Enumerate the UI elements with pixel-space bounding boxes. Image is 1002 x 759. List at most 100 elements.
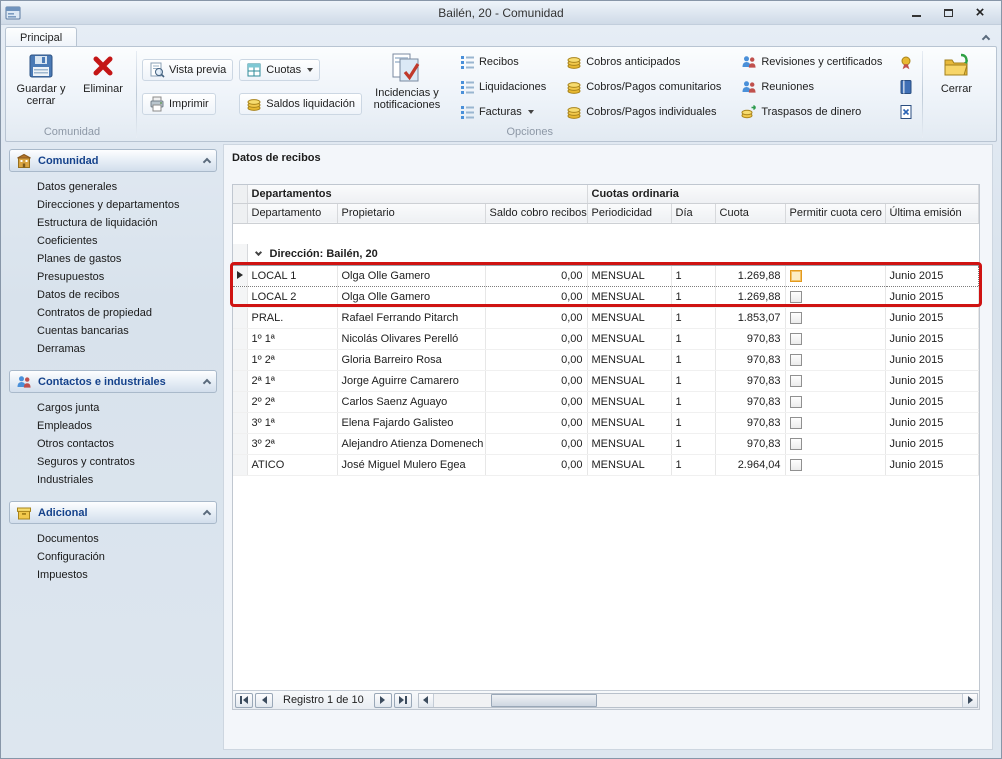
mini-export-button-1[interactable]	[895, 53, 917, 73]
cell-periodicidad[interactable]: MENSUAL	[587, 286, 671, 307]
cell-periodicidad[interactable]: MENSUAL	[587, 391, 671, 412]
cell-permitir-cuota-cero[interactable]	[785, 265, 885, 286]
cell-departamento[interactable]: 1º 1ª	[247, 328, 337, 349]
cell-departamento[interactable]: 1º 2ª	[247, 349, 337, 370]
imprimir-button[interactable]: Imprimir	[142, 93, 216, 115]
cell-periodicidad[interactable]: MENSUAL	[587, 307, 671, 328]
cell-permitir-cuota-cero[interactable]	[785, 349, 885, 370]
cell-cuota[interactable]: 970,83	[715, 391, 785, 412]
cell-cuota[interactable]: 970,83	[715, 349, 785, 370]
cerrar-button[interactable]: Cerrar	[925, 48, 987, 122]
sidebar-item[interactable]: Datos generales	[9, 178, 217, 196]
permitir-cuota-cero-checkbox[interactable]	[790, 417, 802, 429]
cell-ultima-emision[interactable]: Junio 2015	[885, 412, 978, 433]
cobros-pagos-individuales-button[interactable]: Cobros/Pagos individuales	[559, 101, 723, 123]
horizontal-scrollbar[interactable]	[418, 693, 978, 708]
cell-permitir-cuota-cero[interactable]	[785, 307, 885, 328]
cell-dia[interactable]: 1	[671, 286, 715, 307]
cell-ultima-emision[interactable]: Junio 2015	[885, 454, 978, 475]
sidebar-item[interactable]: Datos de recibos	[9, 286, 217, 304]
minimize-button[interactable]	[905, 5, 927, 21]
cell-cuota[interactable]: 1.269,88	[715, 286, 785, 307]
cell-permitir-cuota-cero[interactable]	[785, 370, 885, 391]
cell-ultima-emision[interactable]: Junio 2015	[885, 391, 978, 412]
table-row[interactable]: 2º 2ªCarlos Saenz Aguayo0,00MENSUAL1970,…	[233, 391, 979, 412]
cell-departamento[interactable]: 2º 2ª	[247, 391, 337, 412]
previous-record-button[interactable]	[255, 693, 273, 708]
sidebar-header-contactos[interactable]: Contactos e industriales	[9, 370, 217, 393]
table-row[interactable]: PRAL.Rafael Ferrando Pitarch0,00MENSUAL1…	[233, 307, 979, 328]
cobros-pagos-comunitarios-button[interactable]: Cobros/Pagos comunitarios	[559, 76, 728, 98]
table-row[interactable]: 3º 2ªAlejandro Atienza Domenech0,00MENSU…	[233, 433, 979, 454]
permitir-cuota-cero-checkbox[interactable]	[790, 270, 802, 282]
cell-saldo[interactable]: 0,00	[485, 454, 587, 475]
permitir-cuota-cero-checkbox[interactable]	[790, 354, 802, 366]
vista-previa-button[interactable]: Vista previa	[142, 59, 233, 81]
table-row[interactable]: 1º 1ªNicolás Olivares Perelló0,00MENSUAL…	[233, 328, 979, 349]
cell-permitir-cuota-cero[interactable]	[785, 391, 885, 412]
mini-export-button-3[interactable]	[895, 102, 917, 122]
maximize-button[interactable]	[937, 5, 959, 21]
cell-ultima-emision[interactable]: Junio 2015	[885, 328, 978, 349]
cell-ultima-emision[interactable]: Junio 2015	[885, 433, 978, 454]
sidebar-item[interactable]: Seguros y contratos	[9, 453, 217, 471]
saldos-liquidacion-button[interactable]: Saldos liquidación	[239, 93, 362, 115]
cell-propietario[interactable]: Rafael Ferrando Pitarch	[337, 307, 485, 328]
permitir-cuota-cero-checkbox[interactable]	[790, 333, 802, 345]
column-header-dia[interactable]: Día	[671, 203, 715, 223]
sidebar-item[interactable]: Contratos de propiedad	[9, 304, 217, 322]
cell-ultima-emision[interactable]: Junio 2015	[885, 307, 978, 328]
cell-propietario[interactable]: Carlos Saenz Aguayo	[337, 391, 485, 412]
table-row[interactable]: LOCAL 2Olga Olle Gamero0,00MENSUAL11.269…	[233, 286, 979, 307]
cell-dia[interactable]: 1	[671, 328, 715, 349]
cell-periodicidad[interactable]: MENSUAL	[587, 370, 671, 391]
cell-departamento[interactable]: 3º 1ª	[247, 412, 337, 433]
cell-departamento[interactable]: LOCAL 2	[247, 286, 337, 307]
cell-dia[interactable]: 1	[671, 307, 715, 328]
cell-cuota[interactable]: 970,83	[715, 370, 785, 391]
permitir-cuota-cero-checkbox[interactable]	[790, 396, 802, 408]
scroll-left-button[interactable]	[419, 694, 434, 707]
next-record-button[interactable]	[374, 693, 392, 708]
cell-cuota[interactable]: 1.853,07	[715, 307, 785, 328]
liquidaciones-button[interactable]: Liquidaciones	[452, 76, 553, 98]
cell-ultima-emision[interactable]: Junio 2015	[885, 286, 978, 307]
guardar-y-cerrar-button[interactable]: Guardar y cerrar	[10, 48, 72, 122]
cell-periodicidad[interactable]: MENSUAL	[587, 349, 671, 370]
eliminar-button[interactable]: Eliminar	[72, 48, 134, 122]
cell-propietario[interactable]: Jorge Aguirre Camarero	[337, 370, 485, 391]
cell-dia[interactable]: 1	[671, 391, 715, 412]
cell-propietario[interactable]: Olga Olle Gamero	[337, 265, 485, 286]
sidebar-item[interactable]: Cargos junta	[9, 399, 217, 417]
cell-departamento[interactable]: 2ª 1ª	[247, 370, 337, 391]
cell-saldo[interactable]: 0,00	[485, 328, 587, 349]
cell-departamento[interactable]: LOCAL 1	[247, 265, 337, 286]
permitir-cuota-cero-checkbox[interactable]	[790, 312, 802, 324]
cell-periodicidad[interactable]: MENSUAL	[587, 265, 671, 286]
cell-cuota[interactable]: 1.269,88	[715, 265, 785, 286]
cell-cuota[interactable]: 970,83	[715, 328, 785, 349]
cuotas-button[interactable]: Cuotas	[239, 59, 320, 81]
sidebar-item[interactable]: Empleados	[9, 417, 217, 435]
cell-propietario[interactable]: José Miguel Mulero Egea	[337, 454, 485, 475]
sidebar-item[interactable]: Industriales	[9, 471, 217, 489]
cell-dia[interactable]: 1	[671, 454, 715, 475]
table-row[interactable]: 1º 2ªGloria Barreiro Rosa0,00MENSUAL1970…	[233, 349, 979, 370]
cell-permitir-cuota-cero[interactable]	[785, 328, 885, 349]
column-header-departamento[interactable]: Departamento	[247, 203, 337, 223]
cell-saldo[interactable]: 0,00	[485, 433, 587, 454]
mini-export-button-2[interactable]	[895, 77, 917, 97]
cell-ultima-emision[interactable]: Junio 2015	[885, 349, 978, 370]
cell-dia[interactable]: 1	[671, 412, 715, 433]
cell-propietario[interactable]: Elena Fajardo Galisteo	[337, 412, 485, 433]
facturas-button[interactable]: Facturas	[452, 101, 541, 123]
table-row[interactable]: 2ª 1ªJorge Aguirre Camarero0,00MENSUAL19…	[233, 370, 979, 391]
collapse-arrow-icon[interactable]	[254, 249, 261, 256]
cell-saldo[interactable]: 0,00	[485, 391, 587, 412]
table-row[interactable]: ATICOJosé Miguel Mulero Egea0,00MENSUAL1…	[233, 454, 979, 475]
cell-propietario[interactable]: Alejandro Atienza Domenech	[337, 433, 485, 454]
table-row[interactable]: LOCAL 1Olga Olle Gamero0,00MENSUAL11.269…	[233, 265, 979, 286]
sidebar-item[interactable]: Presupuestos	[9, 268, 217, 286]
cell-saldo[interactable]: 0,00	[485, 307, 587, 328]
cell-permitir-cuota-cero[interactable]	[785, 433, 885, 454]
